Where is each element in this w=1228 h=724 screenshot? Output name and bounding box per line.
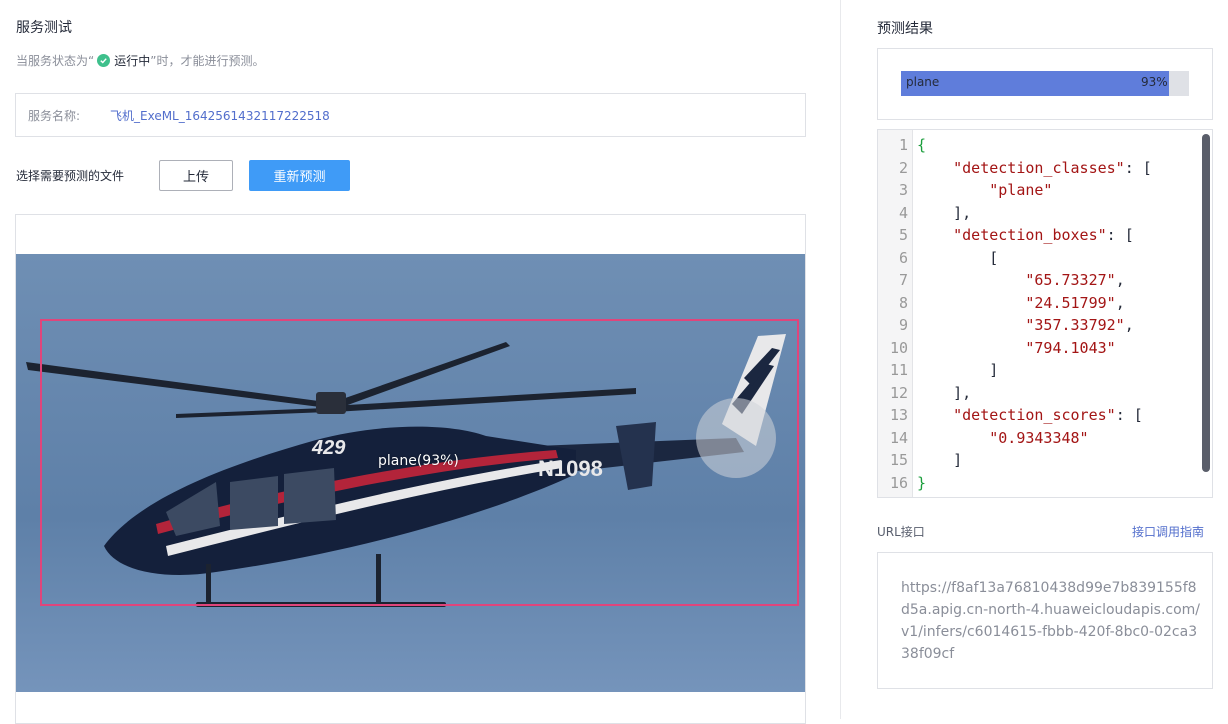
- code-line: "detection_classes": [: [953, 158, 1152, 177]
- code-scrollbar[interactable]: [1202, 134, 1210, 472]
- code-line: "detection_boxes": [: [953, 226, 1134, 244]
- code-line: "65.73327",: [1025, 271, 1125, 289]
- code-line: "24.51799",: [1025, 293, 1125, 312]
- hint-prefix: 当服务状态为“: [16, 53, 95, 68]
- confidence-bar-fill: [901, 71, 1169, 96]
- line-number: 4: [898, 203, 908, 222]
- code-line: "794.1043": [1025, 338, 1116, 357]
- panel-divider: [840, 0, 841, 719]
- hint-status: 运行中: [114, 53, 151, 68]
- check-circle-icon: [97, 53, 111, 67]
- code-line: }: [917, 473, 927, 492]
- service-name-box: 服务名称: 飞机_ExeML_1642561432117222518: [15, 93, 806, 137]
- line-number: 2: [898, 158, 908, 177]
- line-number: 13: [889, 406, 908, 424]
- line-number: 5: [898, 226, 908, 244]
- line-number: 9: [898, 316, 908, 334]
- line-number: 3: [898, 181, 908, 199]
- url-value[interactable]: https://f8af13a76810438d99e7b839155f8d5a…: [878, 553, 1212, 665]
- line-number: 8: [898, 293, 908, 312]
- json-code: { "detection_classes": [ "plane" ], "det…: [917, 134, 1197, 494]
- url-box: https://f8af13a76810438d99e7b839155f8d5a…: [877, 552, 1213, 689]
- line-number: 10: [889, 338, 908, 357]
- line-number: 11: [889, 361, 908, 379]
- confidence-bar-label: plane: [906, 75, 940, 89]
- line-number-gutter: 1 2 3 4 5 6 7 8 9 10 11 12 13 14 15 16: [878, 130, 913, 497]
- code-line: {: [917, 136, 927, 154]
- line-number: 6: [898, 248, 908, 267]
- line-number: 15: [889, 451, 908, 469]
- file-select-label: 选择需要预测的文件: [16, 169, 125, 183]
- service-name-value: 飞机_ExeML_1642561432117222518: [110, 108, 330, 123]
- code-line: ]: [917, 361, 999, 379]
- json-result-viewer[interactable]: 1 2 3 4 5 6 7 8 9 10 11 12 13 14 15 16 { "detection_cla…: [877, 129, 1213, 498]
- line-number: 7: [898, 271, 908, 289]
- code-line: "0.9343348": [989, 428, 1089, 447]
- line-number: 16: [889, 473, 908, 492]
- confidence-bar-percent: 93%: [1141, 75, 1168, 89]
- code-line: ]: [917, 451, 963, 469]
- code-line: ],: [917, 383, 972, 402]
- line-number: 14: [889, 428, 908, 447]
- url-api-label: URL接口: [877, 525, 925, 539]
- line-number: 12: [889, 383, 908, 402]
- hint-suffix: ”时，才能进行预测。: [150, 53, 265, 68]
- prediction-result-title: 预测结果: [877, 21, 933, 37]
- api-guide-link[interactable]: 接口调用指南: [1132, 523, 1204, 540]
- code-line: "357.33792",: [1025, 316, 1134, 334]
- detection-label: plane(93%): [378, 453, 459, 469]
- repredict-button[interactable]: 重新预测: [249, 160, 350, 191]
- code-line: [: [917, 248, 999, 267]
- code-line: "detection_scores": [: [953, 406, 1143, 424]
- service-name-label: 服务名称:: [28, 108, 81, 123]
- code-line: "plane": [989, 181, 1053, 199]
- status-hint: 当服务状态为“ 运行中 ”时，才能进行预测。: [16, 51, 264, 69]
- code-line: ],: [917, 203, 972, 222]
- upload-button[interactable]: 上传: [159, 160, 233, 191]
- service-test-title: 服务测试: [16, 20, 72, 36]
- line-number: 1: [898, 136, 908, 154]
